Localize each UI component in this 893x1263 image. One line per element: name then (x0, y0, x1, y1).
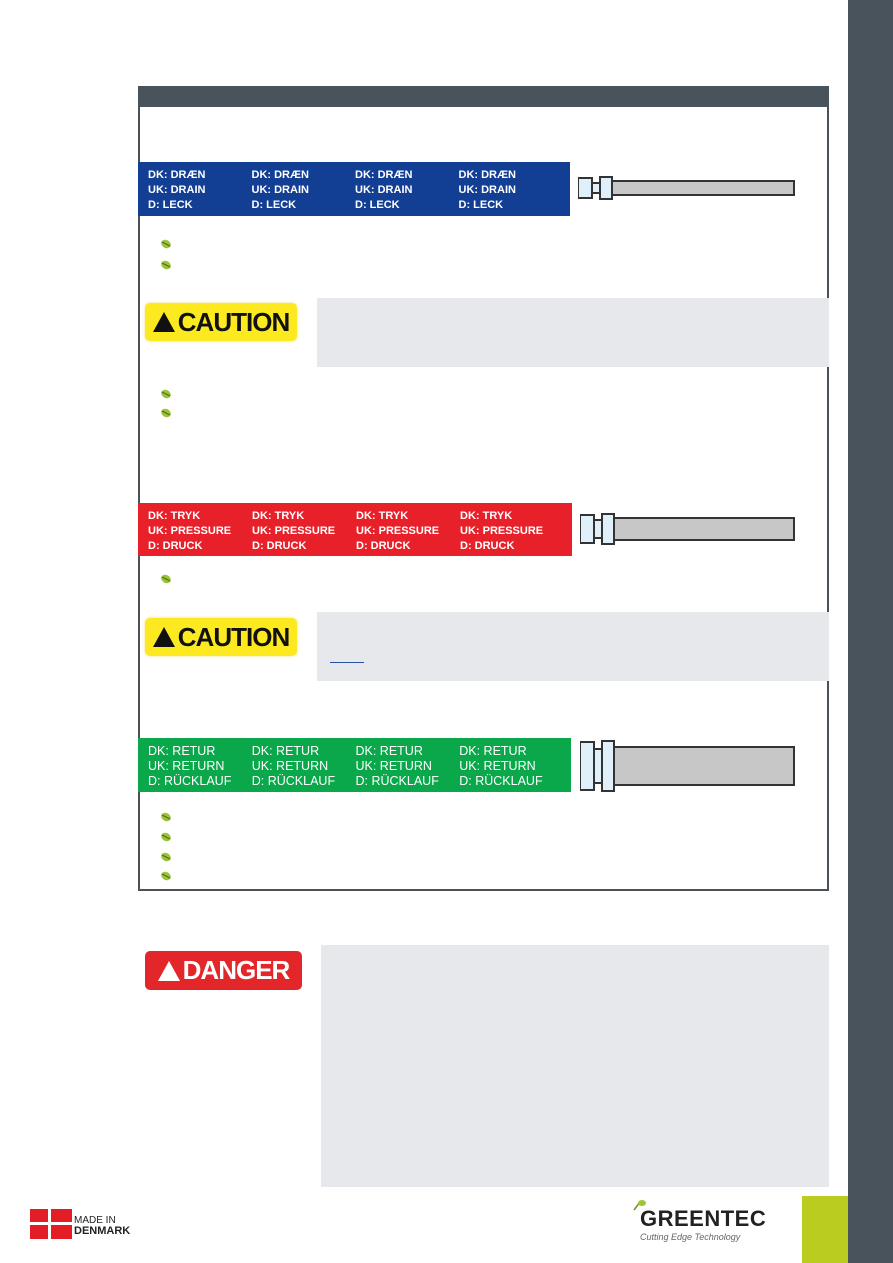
greentec-logo: GREENTEC Cutting Edge Technology (632, 1198, 797, 1244)
label-line: DK: DRÆN (148, 169, 206, 181)
label-line: DK: TRYK (460, 510, 513, 522)
return-hose-fitting-icon (580, 740, 795, 792)
pressure-label-strip: DK: TRYK UK: PRESSURE D: DRUCK DK: TRYK UK: … (138, 503, 572, 556)
label-line: UK: DRAIN (251, 184, 309, 196)
label-line: DK: DRÆN (458, 169, 516, 181)
label-line: D: RÜCKLAUF (459, 774, 543, 788)
label-line: DK: DRÆN (251, 169, 309, 181)
frame-header-bar (138, 86, 829, 107)
label-line: D: RÜCKLAUF (251, 774, 336, 788)
label-column: DK: DRÆN UK: DRAIN D: LECK (459, 168, 563, 216)
leaf-bullet-icon (161, 389, 171, 399)
label-line: D: RÜCKLAUF (355, 774, 439, 788)
label-line: UK: PRESSURE (460, 525, 544, 537)
label-column: DK: RETUR UK: RETURN D: RÜCKLAUF (356, 744, 460, 792)
label-line: DK: DRÆN (355, 169, 413, 181)
label-line: UK: PRESSURE (252, 525, 336, 537)
drain-label-strip: DK: DRÆN UK: DRAIN D: LECK DK: DRÆN UK: DRAI… (138, 162, 570, 216)
leaf-bullet-icon (161, 408, 171, 418)
label-column: DK: RETUR UK: RETURN D: RÜCKLAUF (459, 744, 563, 792)
label-line: DK: TRYK (252, 510, 305, 522)
label-line: D: LECK (251, 199, 297, 211)
caution-note-box (317, 298, 829, 367)
label-column: DK: TRYK UK: PRESSURE D: DRUCK (460, 509, 564, 556)
label-line: D: DRUCK (252, 540, 307, 552)
leaf-bullet-icon (161, 239, 171, 249)
danger-badge: DANGER (145, 951, 302, 990)
drain-hose-fitting-icon (578, 176, 795, 200)
label-line: D: RÜCKLAUF (148, 774, 232, 788)
warning-triangle-icon (152, 627, 175, 647)
label-column: DK: TRYK UK: PRESSURE D: DRUCK (148, 509, 252, 556)
label-line: DK: TRYK (148, 510, 201, 522)
label-line: UK: RETURN (148, 759, 225, 773)
leaf-bullet-icon (161, 812, 171, 822)
label-line: D: LECK (148, 199, 193, 211)
return-label-strip: DK: RETUR UK: RETURN D: RÜCKLAUF DK: RETUR U… (138, 738, 571, 792)
label-column: DK: TRYK UK: PRESSURE D: DRUCK (356, 509, 460, 556)
label-line: D: DRUCK (148, 540, 203, 552)
label-line: D: LECK (458, 199, 504, 211)
label-line: UK: DRAIN (148, 184, 206, 196)
label-line: UK: DRAIN (458, 184, 516, 196)
label-column: DK: TRYK UK: PRESSURE D: DRUCK (252, 509, 356, 556)
label-line: DK: TRYK (356, 510, 409, 522)
label-line: DK: RETUR (251, 744, 320, 758)
label-line: UK: RETURN (251, 759, 329, 773)
label-line: UK: PRESSURE (356, 525, 440, 537)
denmark-flag-icon (30, 1209, 72, 1239)
caution-text: CAUTION (177, 306, 290, 337)
caution-note-box (317, 612, 829, 681)
link-underline[interactable] (330, 662, 364, 663)
label-line: UK: DRAIN (355, 184, 413, 196)
label-column: DK: DRÆN UK: DRAIN D: LECK (148, 168, 252, 216)
label-line: UK: RETURN (459, 759, 536, 773)
label-column: DK: DRÆN UK: DRAIN D: LECK (252, 168, 356, 216)
leaf-bullet-icon (161, 832, 171, 842)
label-line: DK: RETUR (148, 744, 216, 758)
label-line: D: DRUCK (356, 540, 411, 552)
warning-triangle-icon (152, 312, 175, 332)
label-column: DK: RETUR UK: RETURN D: RÜCKLAUF (148, 744, 252, 792)
caution-text: CAUTION (177, 621, 290, 652)
caution-badge: CAUTION (145, 303, 297, 341)
warning-triangle-icon (157, 960, 180, 981)
label-line: DK: RETUR (355, 744, 423, 758)
label-column: DK: RETUR UK: RETURN D: RÜCKLAUF (252, 744, 356, 792)
label-line: UK: PRESSURE (148, 525, 232, 537)
country-text: DENMARK (74, 1225, 131, 1237)
pressure-hose-fitting-icon (580, 513, 795, 545)
danger-note-box (321, 945, 829, 1187)
label-column: DK: DRÆN UK: DRAIN D: LECK (355, 168, 459, 216)
accent-block (802, 1196, 848, 1263)
caution-badge: CAUTION (145, 618, 297, 656)
label-line: D: DRUCK (460, 540, 515, 552)
leaf-bullet-icon (161, 260, 171, 270)
label-line: UK: RETURN (355, 759, 432, 773)
leaf-bullet-icon (161, 852, 171, 862)
page-side-bar (848, 0, 893, 1263)
leaf-bullet-icon (161, 871, 171, 881)
leaf-bullet-icon (161, 574, 171, 584)
danger-text: DANGER (182, 955, 291, 985)
label-line: DK: RETUR (459, 744, 527, 758)
label-line: D: LECK (355, 199, 400, 211)
